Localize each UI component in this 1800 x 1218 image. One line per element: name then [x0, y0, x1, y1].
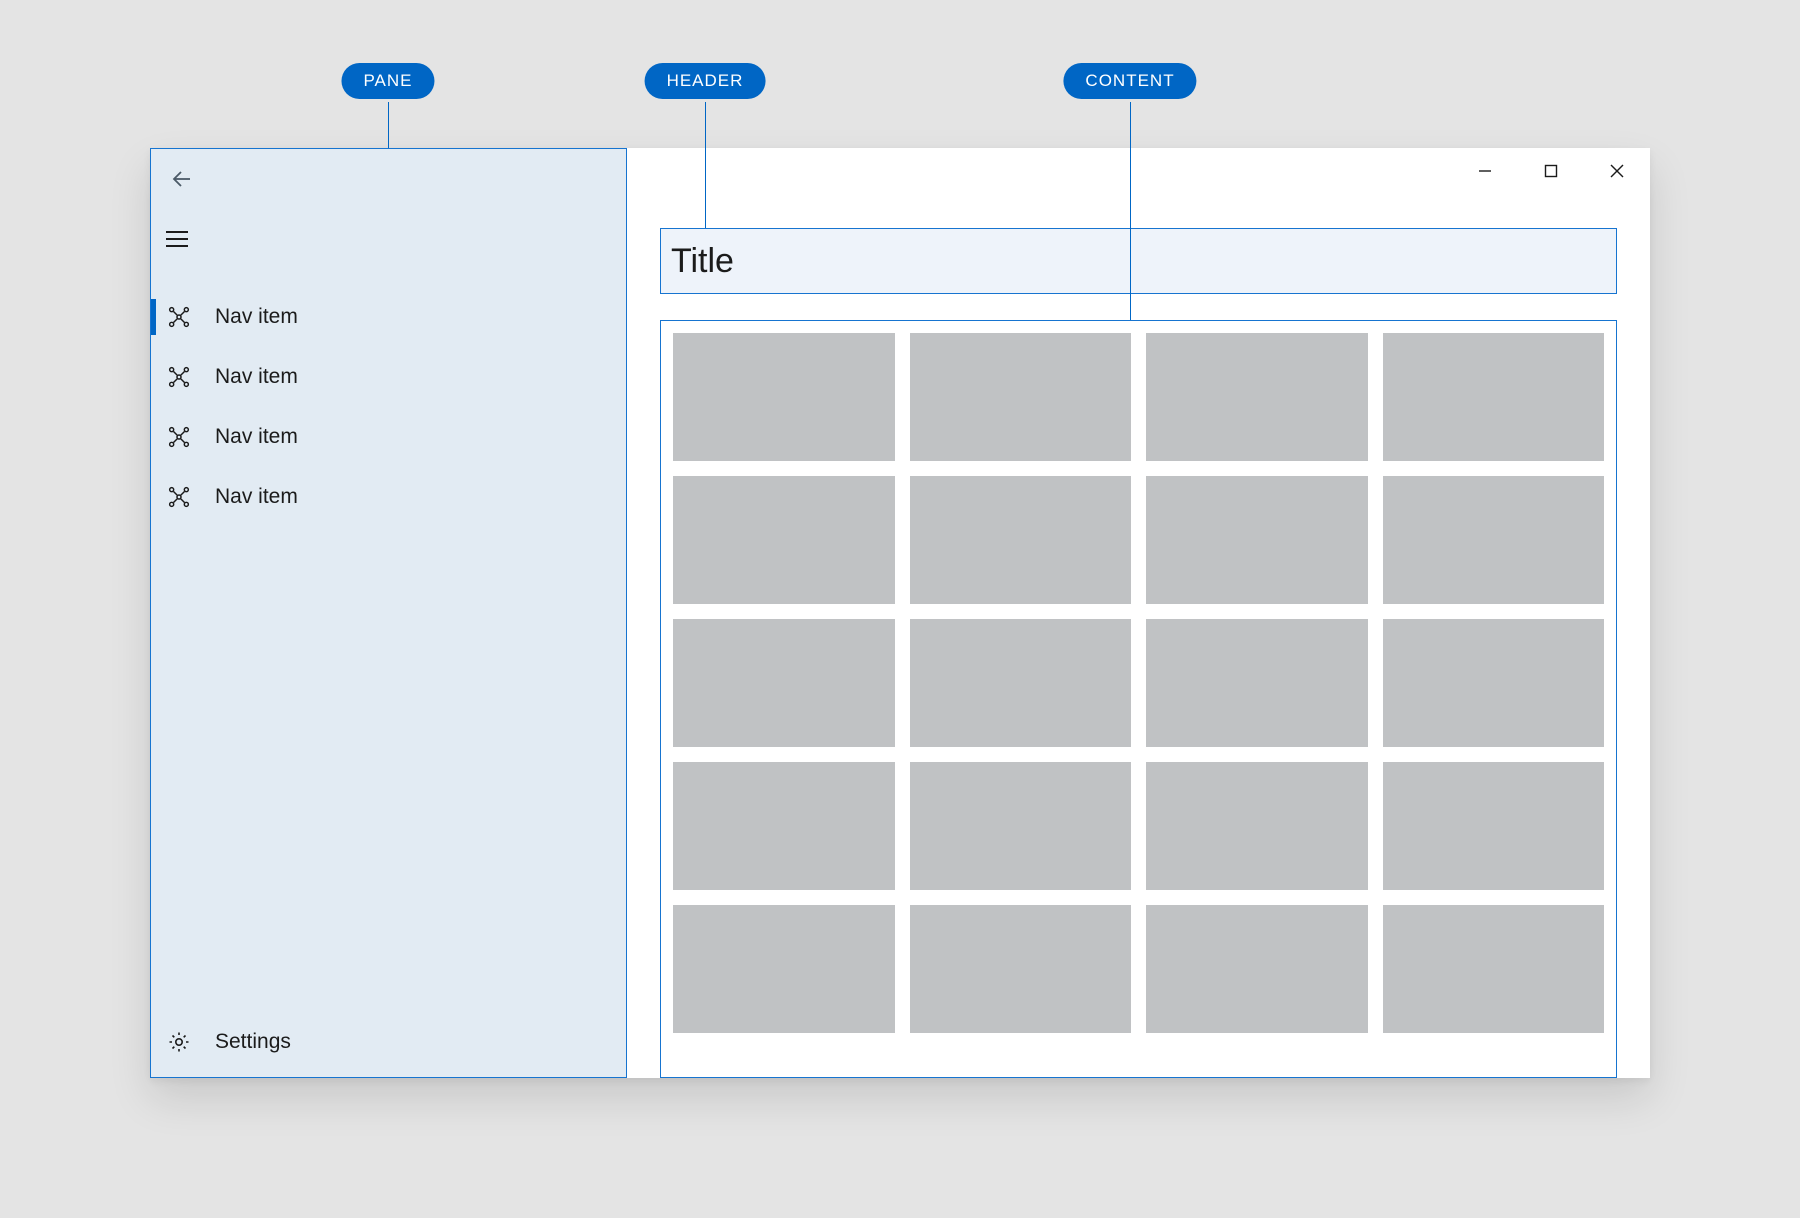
app-window: Nav item Nav item Nav it	[150, 148, 1650, 1078]
callout-header: HEADER	[645, 63, 766, 99]
nav-item-icon	[165, 363, 193, 391]
gear-icon	[165, 1028, 193, 1056]
nav-item-icon	[165, 423, 193, 451]
content-tile[interactable]	[910, 905, 1132, 1033]
content-tile[interactable]	[1383, 476, 1605, 604]
nav-item[interactable]: Nav item	[151, 287, 626, 347]
back-button[interactable]	[166, 163, 198, 195]
navigation-pane: Nav item Nav item Nav it	[150, 148, 627, 1078]
maximize-button[interactable]	[1518, 148, 1584, 194]
nav-item-icon	[165, 483, 193, 511]
content-tile[interactable]	[673, 333, 895, 461]
nav-item-label: Nav item	[215, 485, 298, 509]
window-controls	[1452, 148, 1650, 194]
content-tile[interactable]	[1146, 333, 1368, 461]
nav-item-icon	[165, 303, 193, 331]
content-tile[interactable]	[673, 619, 895, 747]
content-tile[interactable]	[1383, 905, 1605, 1033]
content-tile[interactable]	[910, 619, 1132, 747]
main-region: Title	[627, 148, 1650, 1078]
content-tile[interactable]	[910, 762, 1132, 890]
callout-content: CONTENT	[1063, 63, 1196, 99]
content-tile[interactable]	[1383, 762, 1605, 890]
content-grid	[673, 333, 1604, 1065]
hamburger-button[interactable]	[166, 225, 194, 253]
close-button[interactable]	[1584, 148, 1650, 194]
back-arrow-icon	[170, 167, 194, 191]
nav-item[interactable]: Nav item	[151, 467, 626, 527]
nav-list: Nav item Nav item Nav it	[151, 269, 626, 1007]
minimize-icon	[1478, 164, 1492, 178]
callout-pane: PANE	[341, 63, 434, 99]
content-tile[interactable]	[673, 905, 895, 1033]
content-tile[interactable]	[1383, 333, 1605, 461]
minimize-button[interactable]	[1452, 148, 1518, 194]
content-tile[interactable]	[673, 476, 895, 604]
content-tile[interactable]	[1383, 619, 1605, 747]
content-tile[interactable]	[673, 762, 895, 890]
close-icon	[1610, 164, 1624, 178]
content-tile[interactable]	[1146, 619, 1368, 747]
content-tile[interactable]	[1146, 905, 1368, 1033]
nav-item[interactable]: Nav item	[151, 347, 626, 407]
maximize-icon	[1544, 164, 1558, 178]
nav-item-label: Nav item	[215, 365, 298, 389]
content-region	[660, 320, 1617, 1078]
settings-label: Settings	[215, 1030, 291, 1054]
content-tile[interactable]	[1146, 762, 1368, 890]
nav-item-label: Nav item	[215, 425, 298, 449]
header-region: Title	[660, 228, 1617, 294]
settings-item[interactable]: Settings	[151, 1007, 626, 1077]
nav-item[interactable]: Nav item	[151, 407, 626, 467]
nav-item-label: Nav item	[215, 305, 298, 329]
content-tile[interactable]	[1146, 476, 1368, 604]
content-tile[interactable]	[910, 333, 1132, 461]
content-tile[interactable]	[910, 476, 1132, 604]
page-title: Title	[671, 242, 734, 281]
